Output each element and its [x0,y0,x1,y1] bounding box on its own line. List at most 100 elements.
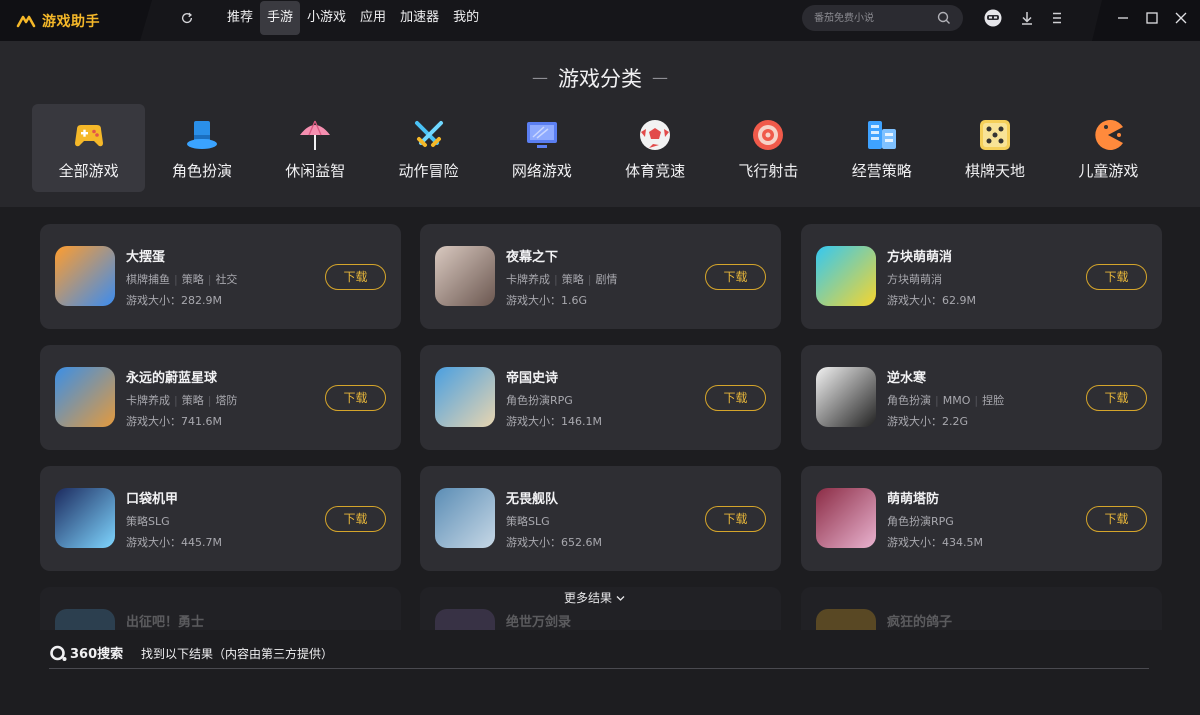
nav-tab[interactable]: 推荐 [220,1,260,35]
search-icon[interactable] [937,11,951,25]
refresh-icon[interactable] [179,11,195,27]
download-button[interactable]: 下载 [1086,506,1147,532]
category-item[interactable]: 动作冒险 [372,104,485,192]
dice-icon [977,117,1013,153]
game-icon[interactable] [55,488,115,548]
download-button[interactable]: 下载 [325,385,386,411]
category-item[interactable]: 体育竞速 [598,104,711,192]
download-button[interactable]: 下载 [705,264,766,290]
game-tag: 角色扮演RPG [506,394,573,407]
chevron-down-icon [616,591,625,605]
game-name[interactable]: 方块萌萌消 [887,246,952,265]
category-label: 角色扮演 [171,162,232,180]
tag-separator: | [174,273,178,286]
game-icon[interactable] [816,246,876,306]
game-name[interactable]: 萌萌塔防 [887,488,939,507]
download-button[interactable]: 下载 [1086,385,1147,411]
game-tag: 剧情 [595,273,618,286]
game-size: 游戏大小：445.7M [126,536,222,549]
nav-tab[interactable]: 我的 [446,1,486,35]
target-icon [750,117,786,153]
game-card[interactable]: 口袋机甲策略SLG 游戏大小：445.7M 下载 [40,466,401,571]
app-logo-icon [16,15,36,27]
game-name[interactable]: 逆水寒 [887,367,926,386]
download-button[interactable]: 下载 [325,506,386,532]
nav-tab[interactable]: 小游戏 [300,1,353,35]
game-icon[interactable] [55,367,115,427]
top-hat-icon [184,117,220,153]
nav-tab[interactable]: 手游 [260,1,301,35]
category-label: 动作冒险 [398,162,459,180]
pacman-icon [1090,117,1126,153]
game-tag: MMO [942,394,971,407]
nav-tab[interactable]: 加速器 [393,1,446,35]
download-button[interactable]: 下载 [705,385,766,411]
game-icon[interactable] [816,367,876,427]
game-tag: 方块萌萌消 [887,273,942,286]
app-brand[interactable]: 游戏助手 [0,0,152,41]
download-icon[interactable] [1018,9,1036,27]
game-name: 疯狂的鸽子 [887,615,953,630]
menu-icon[interactable] [1048,9,1066,27]
game-size: 游戏大小：2.2G [887,415,969,428]
category-item[interactable]: 经营策略 [825,104,938,192]
category-item[interactable]: 飞行射击 [712,104,825,192]
tag-separator: | [554,273,558,286]
search-engine-logo-icon [50,645,67,661]
game-name[interactable]: 夜幕之下 [506,246,558,265]
category-item[interactable]: 棋牌天地 [938,104,1051,192]
game-card[interactable]: 大摆蛋 棋牌捕鱼 | 策略 | 社交 游戏大小：282.9M 下载 [40,224,401,329]
category-label: 儿童游戏 [1078,162,1139,180]
game-card[interactable]: 方块萌萌消 方块萌萌消 游戏大小：62.9M 下载 [801,224,1162,329]
download-button[interactable]: 下载 [1086,264,1147,290]
category-item[interactable]: 儿童游戏 [1052,104,1165,192]
game-size: 游戏大小：652.6M [506,536,602,549]
game-tags: 策略SLG [126,513,170,529]
game-card[interactable]: 夜幕之下 卡牌养成 | 策略 | 剧情 游戏大小：1.6G 下载 [420,224,781,329]
game-name[interactable]: 无畏舰队 [506,488,558,507]
category-item[interactable]: 休闲益智 [259,104,372,192]
category-item[interactable]: 网络游戏 [485,104,598,192]
game-name[interactable]: 永远的蔚蓝星球 [126,367,217,386]
game-name[interactable]: 大摆蛋 [126,246,165,265]
game-tags: 角色扮演RPG [506,392,573,408]
nav-tab[interactable]: 应用 [353,1,393,35]
game-size: 游戏大小：434.5M [887,536,983,549]
game-card[interactable]: 逆水寒 角色扮演 | MMO | 捏脸 游戏大小：2.2G 下载 [801,345,1162,450]
game-name[interactable]: 帝国史诗 [506,367,558,386]
game-tags: 卡牌养成 | 策略 | 塔防 [126,392,237,408]
game-icon[interactable] [435,246,495,306]
game-tags: 卡牌养成 | 策略 | 剧情 [506,271,617,287]
category-label: 休闲益智 [285,162,346,180]
footer-bg [0,630,1200,715]
game-card[interactable]: 帝国史诗 角色扮演RPG 游戏大小：146.1M 下载 [420,345,781,450]
category-section: — 游戏分类 — 全部游戏 角色扮演 休闲益智 动作冒险 网络游戏 体育竞速 飞行射击 经营策略 棋… [0,41,1200,207]
close-icon[interactable] [1163,0,1199,36]
divider [49,668,1149,669]
download-button[interactable]: 下载 [705,506,766,532]
game-size: 游戏大小：741.6M [126,415,222,428]
game-card[interactable]: 永远的蔚蓝星球卡牌养成 | 策略 | 塔防 游戏大小：741.6M 下载 [40,345,401,450]
game-card[interactable]: 萌萌塔防角色扮演RPG 游戏大小：434.5M 下载 [801,466,1162,571]
soccer-ball-icon [637,117,673,153]
game-icon[interactable] [55,246,115,306]
avatar-icon[interactable] [984,9,1002,27]
main-nav: 推荐 手游 小游戏 应用 加速器 我的 [220,1,486,35]
category-item[interactable]: 角色扮演 [145,104,258,192]
game-name[interactable]: 口袋机甲 [126,488,178,507]
game-card[interactable]: 无畏舰队 策略SLG 游戏大小：652.6M 下载 [420,466,781,571]
download-button[interactable]: 下载 [325,264,386,290]
game-name: 绝世万剑录 [506,615,572,630]
category-item[interactable]: 全部游戏 [32,104,146,192]
more-results-button[interactable]: 更多结果 [564,589,625,606]
game-icon[interactable] [435,367,495,427]
game-tag: 卡牌养成 [506,273,550,286]
game-tag: 角色扮演RPG [887,515,954,528]
results-note: 找到以下结果（内容由第三方提供） [141,647,334,661]
game-tag: 社交 [215,273,238,286]
category-list: 全部游戏 角色扮演 休闲益智 动作冒险 网络游戏 体育竞速 飞行射击 经营策略 棋牌天地 儿童游戏 [32,104,1165,192]
search-input[interactable] [814,9,929,27]
game-icon[interactable] [816,488,876,548]
game-icon[interactable] [435,488,495,548]
search-engine-brand: 360搜索 [49,643,123,662]
